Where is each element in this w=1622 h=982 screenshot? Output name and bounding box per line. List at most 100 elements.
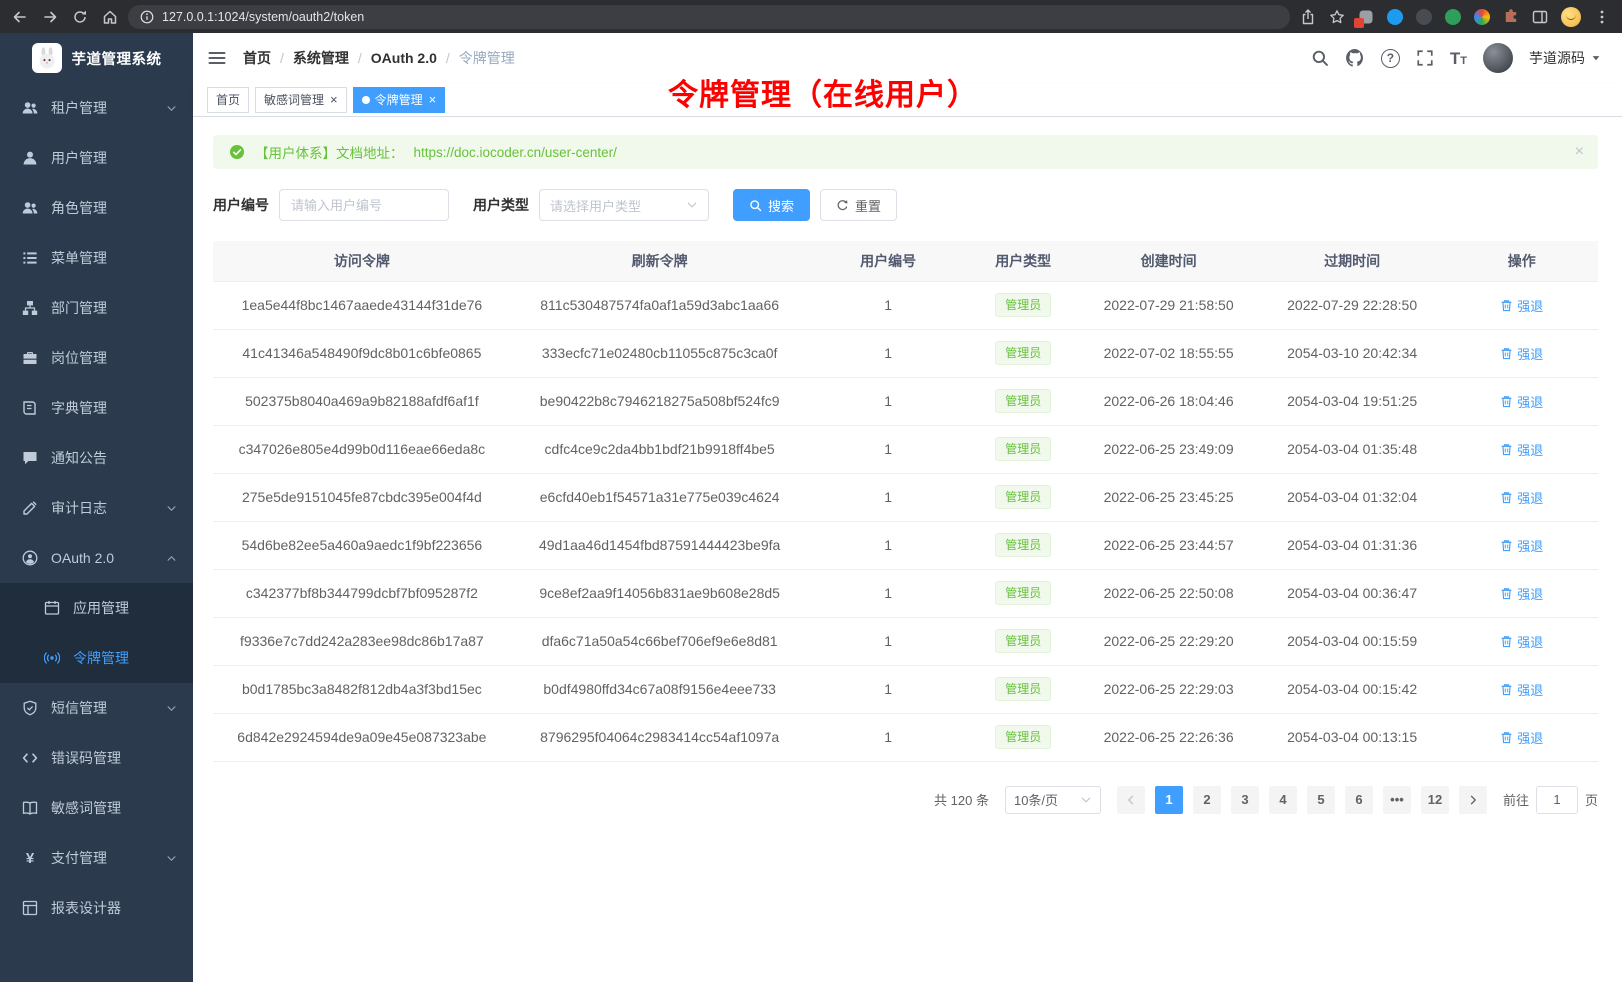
sidebar-item-oauth2-app[interactable]: 应用管理 [0,583,193,633]
github-icon[interactable] [1345,48,1365,68]
alert-link[interactable]: https://doc.iocoder.cn/user-center/ [414,145,617,160]
force-logout-button[interactable]: 强退 [1500,392,1543,411]
force-logout-button[interactable]: 强退 [1500,728,1543,747]
sidebar-item-oauth2-token[interactable]: 令牌管理 [0,633,193,683]
tab-sensitive-word[interactable]: 敏感词管理× [255,87,347,113]
reset-button[interactable]: 重置 [820,189,897,221]
star-icon[interactable] [1329,9,1345,25]
extension-colorful-icon[interactable] [1474,9,1490,25]
share-icon[interactable] [1300,9,1316,25]
prev-page-button[interactable] [1117,786,1145,814]
breadcrumb: 首页/系统管理/OAuth 2.0/令牌管理 [243,48,515,68]
force-logout-button[interactable]: 强退 [1500,488,1543,507]
font-size-icon[interactable]: TT [1450,50,1467,67]
fullscreen-icon[interactable] [1416,49,1434,67]
browser-address-bar[interactable]: 127.0.0.1:1024/system/oauth2/token [128,5,1290,29]
yen-icon: ¥ [22,851,38,866]
page-size-select[interactable]: 10条/页 [1005,786,1101,814]
force-logout-button[interactable]: 强退 [1500,536,1543,555]
sidebar-item-sensitive-word[interactable]: 敏感词管理 [0,783,193,833]
user-type-select[interactable]: 请选择用户类型 [539,189,709,221]
sidebar-item-label: 支付管理 [51,848,107,868]
rabbit-logo-icon [35,46,59,70]
user-id-cell: 1 [809,377,968,425]
user-id-cell: 1 [809,473,968,521]
force-logout-button[interactable]: 强退 [1500,440,1543,459]
sidebar-item-notice[interactable]: 通知公告 [0,433,193,483]
extensions-puzzle-icon[interactable] [1503,9,1519,25]
sidebar-item-tenant[interactable]: 租户管理 [0,83,193,133]
force-logout-button[interactable]: 强退 [1500,632,1543,651]
expire-time-cell: 2054-03-04 01:32:04 [1259,473,1446,521]
sidebar-item-pay[interactable]: ¥ 支付管理 [0,833,193,883]
table-header-row: 访问令牌刷新令牌用户编号用户类型创建时间过期时间操作 [213,241,1598,281]
sidebar-item-label: 审计日志 [51,498,107,518]
page-button-4[interactable]: 4 [1269,786,1297,814]
force-logout-button[interactable]: 强退 [1500,584,1543,603]
sidebar-toggle-icon[interactable] [207,48,227,68]
more-pages-button[interactable]: ••• [1383,786,1411,814]
breadcrumb-item[interactable]: 系统管理 [293,48,349,68]
action-cell: 强退 [1446,521,1598,569]
force-logout-button[interactable]: 强退 [1500,680,1543,699]
sidebar-item-dict[interactable]: 字典管理 [0,383,193,433]
access-token-cell: 41c41346a548490f9dc8b01c6bfe0865 [213,329,511,377]
browser-profile-avatar[interactable] [1561,7,1581,27]
goto-suffix: 页 [1585,790,1598,809]
sidebar-item-menu[interactable]: 菜单管理 [0,233,193,283]
extension-badged-icon[interactable] [1358,9,1374,25]
sidebar-item-report-designer[interactable]: 报表设计器 [0,883,193,933]
page-button-5[interactable]: 5 [1307,786,1335,814]
page-button-3[interactable]: 3 [1231,786,1259,814]
extension-blue-icon[interactable] [1387,9,1403,25]
layout-icon [22,900,38,916]
back-icon[interactable] [12,9,28,25]
tab-home[interactable]: 首页 [207,87,249,113]
split-view-icon[interactable] [1532,9,1548,25]
page-button-2[interactable]: 2 [1193,786,1221,814]
search-icon[interactable] [1311,49,1329,67]
search-button[interactable]: 搜索 [733,189,810,221]
page-buttons: 123456•••12 [1117,786,1487,814]
sidebar-item-oauth2[interactable]: OAuth 2.0 [0,533,193,583]
force-logout-button[interactable]: 强退 [1500,296,1543,315]
alert-close-icon[interactable]: × [1575,144,1584,160]
action-cell: 强退 [1446,377,1598,425]
close-tab-icon[interactable]: × [429,93,437,106]
trash-icon [1500,731,1513,744]
page-button-1[interactable]: 1 [1155,786,1183,814]
browser-menu-icon[interactable] [1594,9,1610,25]
sidebar-item-role[interactable]: 角色管理 [0,183,193,233]
force-logout-button[interactable]: 强退 [1500,344,1543,363]
sidebar: 芋道管理系统 租户管理用户管理角色管理菜单管理部门管理岗位管理字典管理通知公告审… [0,33,193,982]
sidebar-item-label: 应用管理 [73,598,129,618]
breadcrumb-item[interactable]: 首页 [243,48,271,68]
tab-token[interactable]: 令牌管理× [353,87,446,113]
sidebar-item-user[interactable]: 用户管理 [0,133,193,183]
site-info-icon[interactable] [140,10,154,24]
sidebar-item-error-code[interactable]: 错误码管理 [0,733,193,783]
extension-dark-icon[interactable] [1416,9,1432,25]
sidebar-item-post[interactable]: 岗位管理 [0,333,193,383]
sidebar-item-dept[interactable]: 部门管理 [0,283,193,333]
breadcrumb-item[interactable]: OAuth 2.0 [371,50,437,66]
user-id-input[interactable] [279,189,449,221]
user-menu[interactable]: 芋道源码 [1529,48,1602,68]
help-icon[interactable]: ? [1381,49,1400,68]
user-avatar[interactable] [1483,43,1513,73]
close-tab-icon[interactable]: × [330,93,338,106]
active-tab-dot [362,96,370,104]
page-button-12[interactable]: 12 [1421,786,1449,814]
next-page-button[interactable] [1459,786,1487,814]
goto-page-input[interactable] [1536,786,1578,814]
extension-green-icon[interactable] [1445,9,1461,25]
page-button-6[interactable]: 6 [1345,786,1373,814]
forward-icon[interactable] [42,9,58,25]
app-logo[interactable]: 芋道管理系统 [0,33,193,83]
home-icon[interactable] [102,9,118,25]
sidebar-item-sms[interactable]: 短信管理 [0,683,193,733]
create-time-cell: 2022-06-25 22:50:08 [1079,569,1259,617]
reload-icon[interactable] [72,9,88,25]
search-form: 用户编号 用户类型 请选择用户类型 搜索 重置 [213,189,1598,221]
sidebar-item-audit-log[interactable]: 审计日志 [0,483,193,533]
